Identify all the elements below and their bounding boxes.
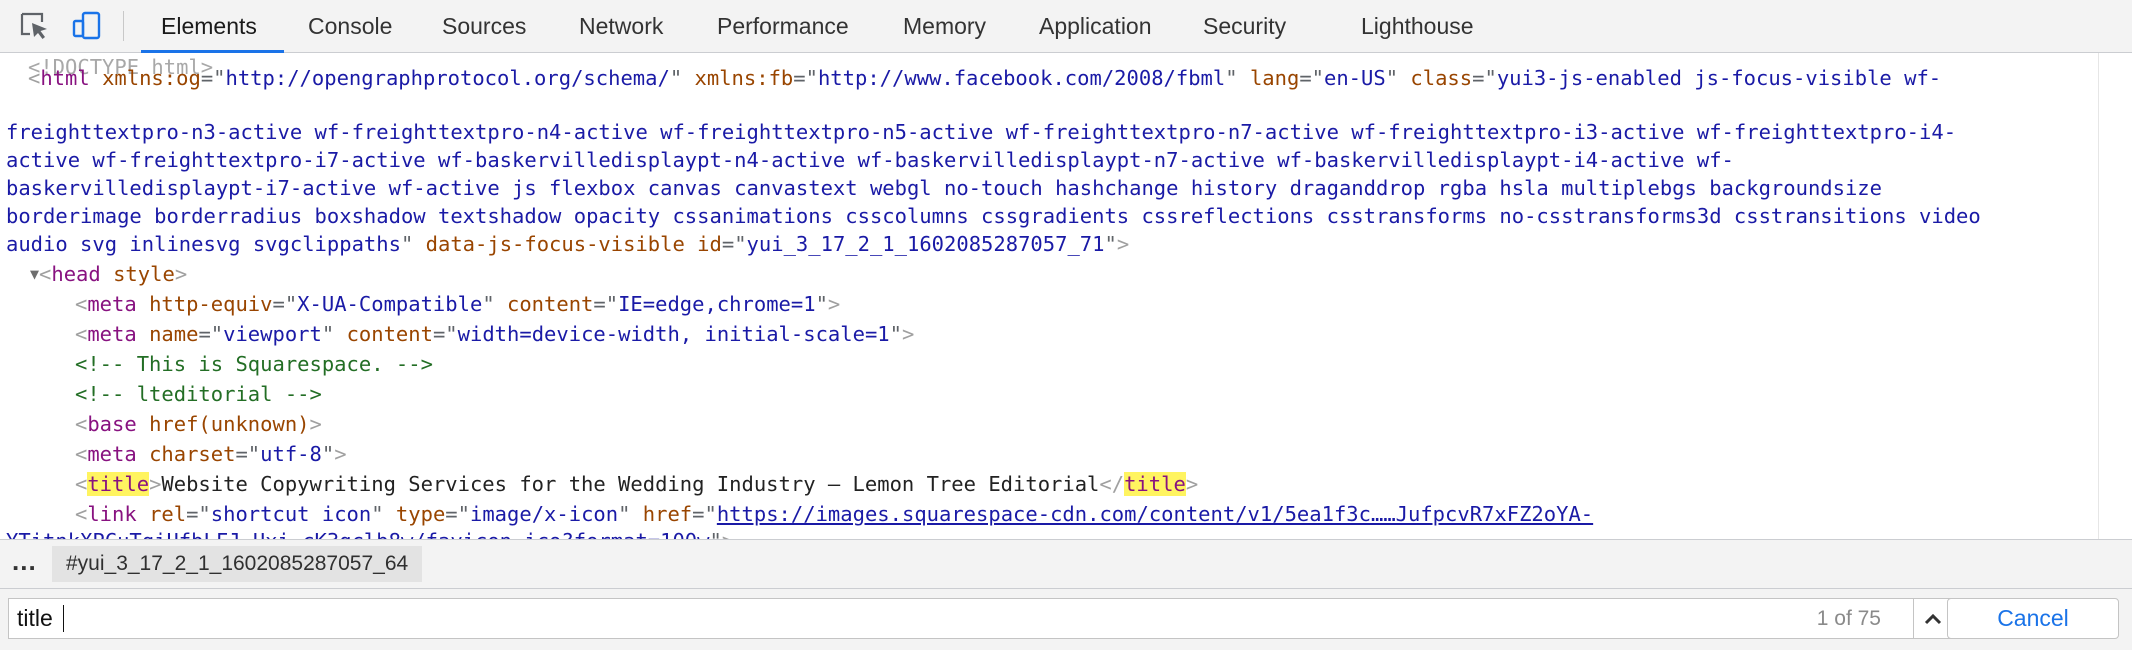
attr-value: active wf-freighttextpro-i7-active wf-ba…	[6, 148, 1734, 172]
tag-name: meta	[87, 322, 137, 346]
meta-node[interactable]: <meta name="viewport" content="width=dev…	[75, 320, 914, 348]
dom-tree-scrollbar[interactable]	[2098, 53, 2132, 539]
cancel-button[interactable]: Cancel	[1947, 598, 2119, 639]
attr-value: viewport	[223, 322, 322, 346]
tag-name: head	[51, 262, 101, 286]
base-node[interactable]: <base href(unknown)>	[75, 410, 322, 438]
html-node[interactable]: <html xmlns:og="http://opengraphprotocol…	[28, 64, 1941, 92]
toolbar-separator	[123, 11, 124, 41]
tab-console[interactable]: Console	[308, 0, 392, 52]
attr-name: xmlns:og	[102, 66, 201, 90]
tab-memory[interactable]: Memory	[903, 0, 986, 52]
html-class-line-4: baskervilledisplaypt-i7-active wf-active…	[6, 174, 1882, 202]
attr-value: http://www.facebook.com/2008/fbml	[817, 66, 1226, 90]
tag-name: html	[40, 66, 90, 90]
title-text: Website Copywriting Services for the Wed…	[161, 472, 1100, 496]
attr-name: id	[697, 232, 722, 256]
comment-node[interactable]: <!-- lteditorial -->	[75, 380, 322, 408]
search-match-highlight: title	[87, 472, 150, 496]
meta-node[interactable]: <meta http-equiv="X-UA-Compatible" conte…	[75, 290, 840, 318]
match-count: 1 of 75	[1816, 607, 1881, 630]
link-node[interactable]: <link rel="shortcut icon" type="image/x-…	[75, 500, 1593, 528]
chevron-up-icon	[1924, 613, 1941, 624]
device-toolbar-icon[interactable]	[70, 10, 104, 42]
inspect-element-icon[interactable]	[18, 10, 52, 42]
tab-network[interactable]: Network	[579, 0, 663, 52]
previous-match-button[interactable]	[1913, 599, 1951, 638]
attr-name: xmlns:fb	[694, 66, 794, 90]
search-bar: 1 of 75 Cancel	[0, 589, 2132, 650]
comment-text: <!-- lteditorial -->	[75, 382, 322, 406]
tag-name: base	[87, 412, 137, 436]
breadcrumb-more-button[interactable]: ...	[12, 546, 37, 577]
tab-elements[interactable]: Elements	[161, 0, 257, 52]
attr-value: yui_3_17_2_1_1602085287057_71	[746, 232, 1105, 256]
tab-security[interactable]: Security	[1203, 0, 1286, 52]
html-class-line-6: audio svg inlinesvg svgclippaths" data-j…	[6, 232, 1130, 256]
html-class-line-3: active wf-freighttextpro-i7-active wf-ba…	[6, 146, 1734, 174]
search-match-highlight: title	[1124, 472, 1186, 496]
tag-name: meta	[87, 442, 137, 466]
href-link[interactable]: YTitnkXPCuTqiUfbLFJ_Uxi_cK3gclb8w/favico…	[6, 529, 710, 539]
tab-application[interactable]: Application	[1039, 0, 1152, 52]
attr-name: content	[346, 322, 433, 346]
meta-node[interactable]: <meta charset="utf-8">	[75, 440, 347, 468]
attr-value: freighttextpro-n3-active wf-freighttextp…	[6, 120, 1957, 144]
attr-name: rel	[149, 502, 187, 526]
attr-value: X-UA-Compatible	[297, 292, 483, 316]
comment-text: <!-- This is Squarespace. -->	[75, 352, 433, 376]
tab-performance[interactable]: Performance	[717, 0, 849, 52]
devtools-toolbar: Elements Console Sources Network Perform…	[0, 0, 2132, 53]
tag-name: meta	[87, 292, 137, 316]
attr-name: class	[1410, 66, 1473, 90]
attr-value: IE=edge,chrome=1	[618, 292, 816, 316]
breadcrumb: ... #yui_3_17_2_1_1602085287057_64	[0, 539, 2132, 589]
search-box: 1 of 75	[8, 598, 1990, 639]
html-class-line-5: borderimage borderradius boxshadow texts…	[6, 202, 1981, 230]
attr-name: charset	[149, 442, 236, 466]
attr-value: borderimage borderradius boxshadow texts…	[6, 204, 1981, 228]
attr-value: shortcut icon	[210, 502, 372, 526]
attr-name: content	[507, 292, 594, 316]
attr-name: lang	[1249, 66, 1300, 90]
head-node[interactable]: ▼<head style>	[30, 260, 187, 288]
attr-value: http://opengraphprotocol.org/schema/	[225, 66, 670, 90]
attr-name: http-equiv	[149, 292, 273, 316]
expand-triangle-icon[interactable]: ▼	[30, 265, 39, 283]
attr-name: type	[395, 502, 446, 526]
text-caret	[63, 605, 64, 632]
attr-value: image/x-icon	[469, 502, 619, 526]
dom-tree[interactable]: <!DOCTYPE html> <html xmlns:og="http://o…	[0, 53, 2098, 539]
comment-node[interactable]: <!-- This is Squarespace. -->	[75, 350, 433, 378]
attr-value: en-US	[1324, 66, 1386, 90]
attr-value: utf-8	[260, 442, 322, 466]
title-node[interactable]: <title>Website Copywriting Services for …	[75, 470, 1198, 498]
breadcrumb-item[interactable]: #yui_3_17_2_1_1602085287057_64	[52, 546, 423, 582]
attr-name: name	[149, 322, 199, 346]
link-href-line-2: YTitnkXPCuTqiUfbLFJ_Uxi_cK3gclb8w/favico…	[6, 527, 734, 539]
tag-name: link	[87, 502, 137, 526]
html-class-line-2: freighttextpro-n3-active wf-freighttextp…	[6, 118, 1956, 146]
attr-name: href(unknown)	[149, 412, 310, 436]
search-input[interactable]	[17, 599, 1737, 638]
attr-name: href	[642, 502, 693, 526]
tab-lighthouse[interactable]: Lighthouse	[1361, 0, 1474, 52]
href-link[interactable]: https://images.squarespace-cdn.com/conte…	[717, 502, 1593, 526]
tab-sources[interactable]: Sources	[442, 0, 526, 52]
attr-value: width=device-width, initial-scale=1	[457, 322, 890, 346]
attr-value: baskervilledisplaypt-i7-active wf-active…	[6, 176, 1882, 200]
attr-value: yui3-js-enabled js-focus-visible wf-	[1496, 66, 1942, 90]
attr-name: data-js-focus-visible	[425, 232, 685, 256]
attr-name: style	[113, 262, 175, 286]
attr-value: audio svg inlinesvg svgclippaths	[6, 232, 401, 256]
